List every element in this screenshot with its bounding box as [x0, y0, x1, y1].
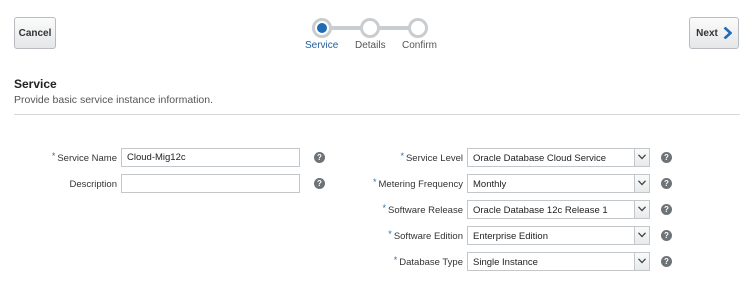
chevron-down-icon — [638, 206, 646, 212]
dropdown-toggle[interactable] — [634, 149, 649, 166]
required-marker: * — [400, 151, 404, 161]
step-details-marker[interactable] — [360, 18, 380, 38]
software-release-label: * Software Release — [382, 203, 464, 216]
chevron-down-icon — [638, 258, 646, 264]
step-service-marker[interactable] — [312, 18, 332, 38]
required-marker: * — [388, 229, 392, 239]
chevron-down-icon — [638, 154, 646, 160]
help-icon[interactable]: ? — [661, 230, 672, 241]
software-release-value: Oracle Database 12c Release 1 — [473, 205, 608, 216]
required-marker: * — [393, 255, 398, 265]
service-level-value: Oracle Database Cloud Service — [473, 153, 607, 164]
step-details-label[interactable]: Details — [355, 40, 386, 51]
service-name-input[interactable] — [121, 148, 300, 167]
required-marker: * — [51, 151, 56, 161]
section-subtitle: Provide basic service instance informati… — [14, 94, 214, 106]
software-release-select[interactable]: Oracle Database 12c Release 1 — [467, 200, 650, 219]
dropdown-toggle[interactable] — [634, 175, 649, 192]
service-level-label: * Service Level — [400, 151, 463, 164]
chevron-right-icon — [723, 27, 732, 39]
help-icon[interactable]: ? — [661, 256, 672, 267]
step-confirm-marker[interactable] — [408, 18, 428, 38]
metering-frequency-select[interactable]: Monthly — [467, 174, 650, 193]
software-edition-select[interactable]: Enterprise Edition — [467, 226, 650, 245]
help-icon[interactable]: ? — [314, 152, 325, 163]
description-label: Description — [69, 179, 117, 190]
metering-frequency-value: Monthly — [473, 179, 507, 190]
next-button-label: Next — [696, 27, 718, 39]
next-button[interactable]: Next — [689, 17, 739, 49]
software-edition-label: * Software Edition — [388, 229, 463, 242]
help-icon[interactable]: ? — [314, 178, 325, 189]
section-divider — [14, 114, 740, 115]
database-type-value: Single Instance — [473, 257, 538, 268]
step-train: Service Details Confirm — [300, 18, 450, 54]
step-service-label[interactable]: Service — [305, 40, 338, 51]
chevron-down-icon — [638, 180, 646, 186]
database-type-label: * Database Type — [393, 255, 463, 268]
dropdown-toggle[interactable] — [634, 227, 649, 244]
database-type-select[interactable]: Single Instance — [467, 252, 650, 271]
service-name-label: * Service Name — [51, 151, 117, 164]
step-confirm-label[interactable]: Confirm — [402, 40, 437, 51]
required-marker: * — [373, 177, 377, 187]
metering-frequency-label: * Metering Frequency — [373, 177, 463, 190]
dropdown-toggle[interactable] — [634, 253, 649, 270]
dropdown-toggle[interactable] — [634, 201, 649, 218]
chevron-down-icon — [638, 232, 646, 238]
cancel-button[interactable]: Cancel — [14, 17, 56, 49]
help-icon[interactable]: ? — [661, 152, 672, 163]
software-edition-value: Enterprise Edition — [473, 231, 548, 242]
section-title: Service — [14, 77, 57, 91]
description-input[interactable] — [121, 174, 300, 193]
help-icon[interactable]: ? — [661, 178, 672, 189]
service-level-select[interactable]: Oracle Database Cloud Service — [467, 148, 650, 167]
help-icon[interactable]: ? — [661, 204, 672, 215]
required-marker: * — [382, 203, 387, 213]
